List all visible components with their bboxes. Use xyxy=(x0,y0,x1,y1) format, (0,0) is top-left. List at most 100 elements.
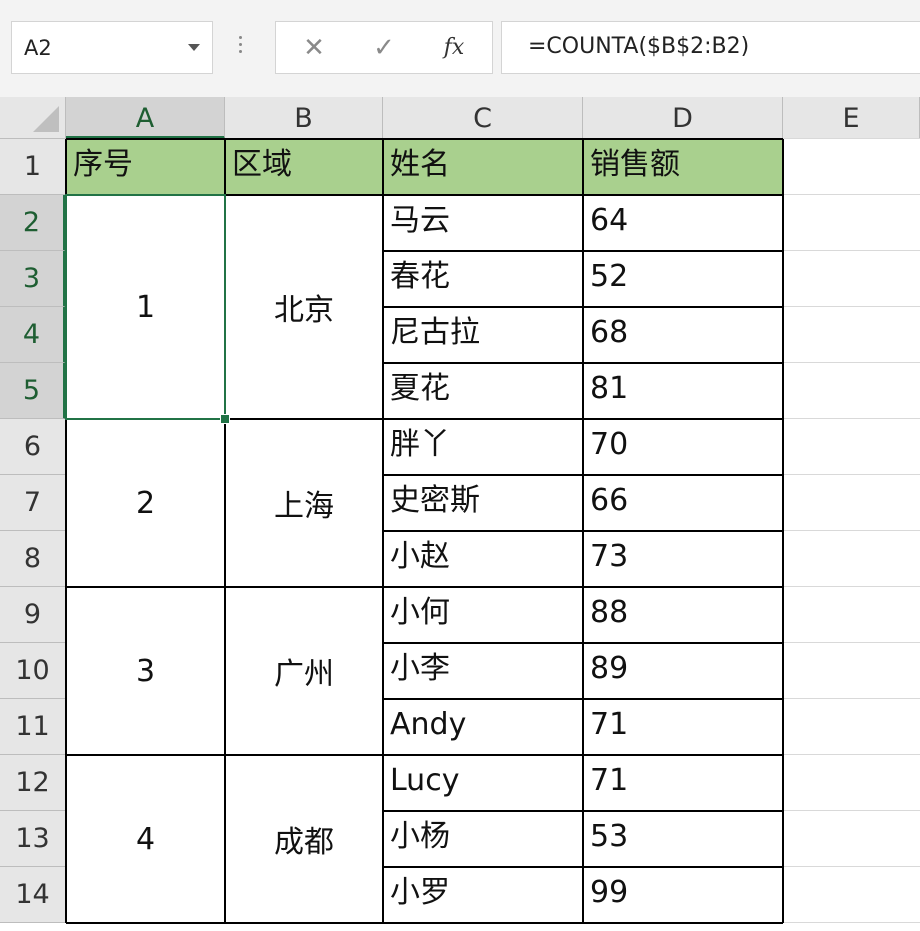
sales-cell[interactable]: 81 xyxy=(583,363,783,419)
sales-cell[interactable]: 68 xyxy=(583,307,783,363)
gridline xyxy=(783,138,920,139)
sales-cell[interactable]: 73 xyxy=(583,531,783,587)
row-header-3[interactable]: 3 xyxy=(0,251,66,307)
gridline xyxy=(783,754,920,755)
fill-handle[interactable] xyxy=(220,414,230,424)
merged-seq-cell[interactable]: 2 xyxy=(66,419,225,587)
name-cell[interactable]: 尼古拉 xyxy=(383,307,583,363)
header-cell[interactable]: 区域 xyxy=(225,139,383,195)
cell-border xyxy=(383,474,783,476)
cell-border xyxy=(66,586,383,588)
sales-cell[interactable]: 89 xyxy=(583,643,783,699)
sales-cell[interactable]: 88 xyxy=(583,587,783,643)
gridline xyxy=(783,306,920,307)
chevron-down-icon[interactable] xyxy=(188,44,200,51)
column-header-e[interactable]: E xyxy=(783,97,920,139)
cell-border xyxy=(383,866,783,868)
name-cell[interactable]: Lucy xyxy=(383,755,583,811)
sales-cell[interactable]: 99 xyxy=(583,867,783,923)
sales-cell[interactable]: 71 xyxy=(583,755,783,811)
check-icon[interactable]: ✓ xyxy=(364,30,404,66)
gridline xyxy=(783,530,920,531)
name-box[interactable]: A2 xyxy=(11,21,213,74)
sales-cell[interactable]: 52 xyxy=(583,251,783,307)
worksheet-grid: A B C D E 1 2 3 4 5 6 7 8 9 10 11 12 13 14 序号 区域 姓名 销售额 1 北京 2 上海 3… xyxy=(0,97,920,931)
formula-text: =COUNTA($B$2:B2) xyxy=(528,34,750,59)
name-cell[interactable]: Andy xyxy=(383,699,583,755)
name-cell[interactable]: 小罗 xyxy=(383,867,583,923)
header-cell[interactable]: 销售额 xyxy=(583,139,783,195)
cancel-icon[interactable]: ✕ xyxy=(294,30,334,66)
name-cell[interactable]: 小杨 xyxy=(383,811,583,867)
merged-region-cell[interactable]: 北京 xyxy=(225,195,383,419)
header-cell[interactable]: 序号 xyxy=(66,139,225,195)
row-header-9[interactable]: 9 xyxy=(0,587,66,643)
gridline xyxy=(783,418,920,419)
cell-border xyxy=(383,306,783,308)
cell-border xyxy=(383,194,783,196)
row-header-2[interactable]: 2 xyxy=(0,195,66,251)
cell-border xyxy=(66,138,383,140)
cell-border xyxy=(383,250,783,252)
formula-bar: A2 ✕ ✓ fx =COUNTA($B$2:B2) xyxy=(0,0,920,97)
cell-border xyxy=(66,754,383,756)
cell-border xyxy=(383,754,783,756)
row-header-4[interactable]: 4 xyxy=(0,307,66,363)
name-cell[interactable]: 史密斯 xyxy=(383,475,583,531)
cell-border xyxy=(383,922,783,924)
merged-region-cell[interactable]: 广州 xyxy=(225,587,383,755)
row-header-8[interactable]: 8 xyxy=(0,531,66,587)
cell-border xyxy=(383,418,783,420)
cell-border xyxy=(66,922,383,924)
name-cell[interactable]: 春花 xyxy=(383,251,583,307)
cell-border xyxy=(383,530,783,532)
row-header-7[interactable]: 7 xyxy=(0,475,66,531)
column-header-c[interactable]: C xyxy=(383,97,583,139)
header-cell[interactable]: 姓名 xyxy=(383,139,583,195)
row-header-13[interactable]: 13 xyxy=(0,811,66,867)
sales-cell[interactable]: 64 xyxy=(583,195,783,251)
row-header-12[interactable]: 12 xyxy=(0,755,66,811)
gridline xyxy=(783,362,920,363)
sales-cell[interactable]: 70 xyxy=(583,419,783,475)
selection-outline xyxy=(65,194,226,420)
gridline xyxy=(783,642,920,643)
name-cell[interactable]: 夏花 xyxy=(383,363,583,419)
merged-seq-cell[interactable]: 4 xyxy=(66,755,225,923)
row-header-5[interactable]: 5 xyxy=(0,363,66,419)
column-header-a[interactable]: A xyxy=(66,97,225,139)
row-header-10[interactable]: 10 xyxy=(0,643,66,699)
sales-cell[interactable]: 71 xyxy=(583,699,783,755)
formula-input[interactable]: =COUNTA($B$2:B2) xyxy=(501,21,920,74)
name-box-value: A2 xyxy=(24,36,52,60)
formula-buttons: ✕ ✓ fx xyxy=(275,21,493,74)
sales-cell[interactable]: 53 xyxy=(583,811,783,867)
row-header-14[interactable]: 14 xyxy=(0,867,66,923)
drag-handle-icon[interactable] xyxy=(239,36,243,58)
name-cell[interactable]: 小赵 xyxy=(383,531,583,587)
gridline xyxy=(783,474,920,475)
merged-seq-cell[interactable]: 3 xyxy=(66,587,225,755)
row-header-6[interactable]: 6 xyxy=(0,419,66,475)
name-cell[interactable]: 马云 xyxy=(383,195,583,251)
name-cell[interactable]: 胖丫 xyxy=(383,419,583,475)
gridline xyxy=(783,866,920,867)
name-cell[interactable]: 小李 xyxy=(383,643,583,699)
merged-region-cell[interactable]: 上海 xyxy=(225,419,383,587)
cell-border xyxy=(383,698,783,700)
gridline xyxy=(783,586,920,587)
row-header-1[interactable]: 1 xyxy=(0,139,66,195)
gridline xyxy=(783,698,920,699)
sales-cell[interactable]: 66 xyxy=(583,475,783,531)
merged-region-cell[interactable]: 成都 xyxy=(225,755,383,923)
gridline xyxy=(783,194,920,195)
gridline xyxy=(783,922,920,923)
column-header-d[interactable]: D xyxy=(583,97,783,139)
row-header-11[interactable]: 11 xyxy=(0,699,66,755)
select-all-button[interactable] xyxy=(0,97,66,139)
insert-function-icon[interactable]: fx xyxy=(434,30,474,66)
name-cell[interactable]: 小何 xyxy=(383,587,583,643)
gridline xyxy=(783,250,920,251)
gridline xyxy=(783,810,920,811)
column-header-b[interactable]: B xyxy=(225,97,383,139)
